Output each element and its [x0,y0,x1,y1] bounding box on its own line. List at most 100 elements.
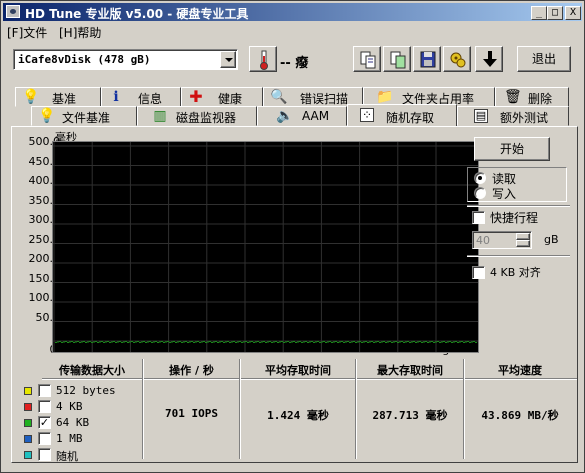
tab-erase[interactable]: 🗑 删除 [495,87,569,107]
transfer-size-checkbox[interactable] [38,400,51,413]
data-point [281,341,283,342]
data-point [407,341,409,342]
transfer-size-checkbox[interactable] [38,432,51,445]
data-point [367,342,369,343]
data-point [167,341,169,342]
start-button[interactable]: 开始 [474,137,550,161]
data-point [323,341,325,342]
tab-benchmark[interactable]: 💡 基准 [15,87,101,107]
random-access-panel: 毫秒 500.0 450.0 400.0 350.0 300.0 250.0 200.0 15… [11,126,578,463]
data-point [401,341,403,342]
tab-random-access[interactable]: ⁘ 随机存取 [347,104,457,126]
data-point [371,341,373,342]
data-point [197,341,199,342]
read-radio[interactable] [474,172,486,184]
data-point [443,341,445,342]
data-point [473,341,475,342]
data-point [399,341,401,343]
tab-health[interactable]: ✚ 健康 [181,87,263,107]
data-point [221,341,223,342]
transfer-size-row[interactable]: 1 MB [24,432,144,446]
save-button[interactable] [413,46,441,72]
copy-text-icon [360,51,376,69]
maximize-button[interactable]: □ [547,6,563,20]
data-point [463,342,465,343]
temperature-button[interactable] [249,46,277,72]
download-button[interactable] [475,46,503,72]
data-point [173,341,175,342]
data-point [247,342,249,343]
data-point [199,342,201,343]
minimize-button[interactable]: _ [531,6,547,20]
data-point [207,341,209,343]
options-button[interactable] [443,46,471,72]
data-point [85,342,87,343]
color-swatch [24,419,32,427]
graph-canvas [53,142,478,352]
tab-extra-tests[interactable]: ▤ 额外测试 [457,106,569,126]
tab-disk-monitor[interactable]: ▥ 磁盘监视器 [137,106,257,126]
data-point [289,342,291,343]
trash-icon: 🗑 [504,89,522,105]
tab-info[interactable]: i 信息 [101,87,181,107]
thermometer-icon [260,50,268,70]
folder-icon: 📁 [376,89,394,105]
data-point [165,341,167,343]
data-point [469,342,471,343]
transfer-size-label: 4 KB [56,400,83,413]
data-point [297,341,299,343]
copy-text-button[interactable] [353,46,381,72]
data-point [171,341,173,343]
shortstroke-checkbox[interactable] [472,211,485,224]
chevron-down-icon[interactable] [220,51,236,68]
data-point [343,342,345,343]
title-bar[interactable]: HD Tune 专业版 v5.00 - 硬盘专业工具 _ □ X [3,3,582,21]
data-point [331,342,333,343]
menu-file[interactable]: [F]文件 [7,24,47,41]
tab-file-benchmark[interactable]: 💡 文件基准 [31,106,137,126]
data-point [417,341,419,343]
write-label: 写入 [492,187,517,201]
close-button[interactable]: X [565,6,581,20]
download-icon [483,51,497,67]
transfer-size-row[interactable]: 随机 [24,448,144,463]
write-radio[interactable] [474,187,486,199]
data-point [253,342,255,343]
data-point [217,342,219,343]
menu-help[interactable]: [H]帮助 [59,24,101,41]
shortstroke-value: 40 [476,234,490,247]
drive-select[interactable]: iCafe8vDisk (478 gB) [13,49,238,70]
app-icon [6,5,20,18]
transfer-size-checkbox[interactable]: ✓ [38,416,51,429]
data-point [353,341,355,342]
data-point [255,341,257,343]
data-point [211,342,213,343]
transfer-size-row[interactable]: 4 KB [24,400,144,414]
data-point [67,342,69,343]
transfer-size-checkbox[interactable] [38,384,51,397]
data-point [231,341,233,343]
color-swatch [24,403,32,411]
exit-button[interactable]: 退出 [517,46,571,72]
data-point [439,342,441,343]
data-point [351,341,353,343]
align-4kb-checkbox[interactable] [472,266,485,279]
copy-screenshot-button[interactable] [383,46,411,72]
tab-aam[interactable]: 🔈 AAM [257,106,347,126]
data-point [309,341,311,343]
header-avg-speed: 平均速度 [498,364,542,377]
shortstroke-spinner[interactable]: 40 [472,231,532,249]
data-point [275,341,277,342]
data-point [135,341,137,343]
transfer-size-row[interactable]: 512 bytes [24,384,144,398]
data-point [327,341,329,343]
data-point [101,341,103,342]
data-point [113,341,115,342]
data-point [453,341,455,343]
tab-label: 额外测试 [500,111,549,125]
spin-down-button[interactable] [516,240,530,247]
data-point [285,341,287,343]
spin-up-button[interactable] [516,233,530,240]
transfer-size-row[interactable]: ✓ 64 KB [24,416,144,430]
transfer-size-checkbox[interactable] [38,448,51,461]
